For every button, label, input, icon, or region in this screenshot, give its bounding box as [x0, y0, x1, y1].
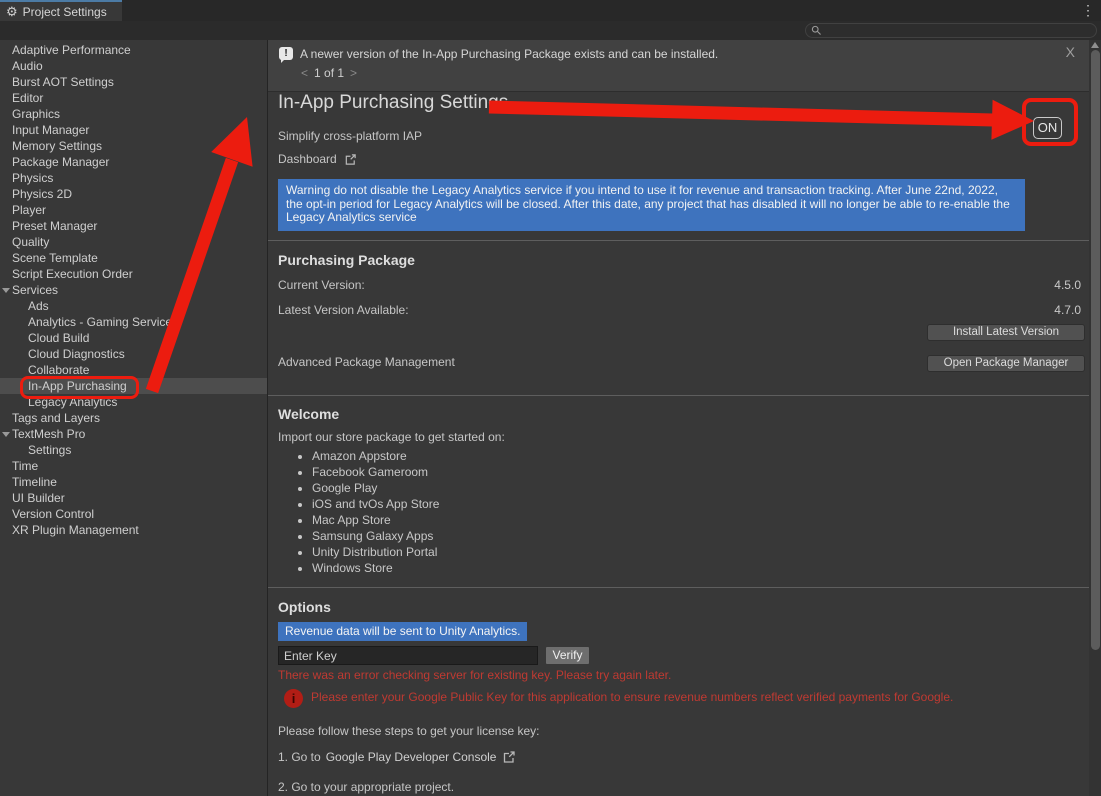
sidebar-item-input-manager[interactable]: Input Manager	[0, 122, 267, 138]
iap-on-toggle[interactable]: ON	[1033, 117, 1062, 139]
sidebar-item-burst-aot-settings[interactable]: Burst AOT Settings	[0, 74, 267, 90]
sidebar-item-analytics-gaming-services[interactable]: Analytics - Gaming Services	[0, 314, 267, 330]
notification-bar: ! A newer version of the In-App Purchasi…	[268, 40, 1090, 92]
sidebar-item-physics-2d[interactable]: Physics 2D	[0, 186, 267, 202]
tab-project-settings[interactable]: ⚙ Project Settings	[0, 0, 122, 21]
steps-intro: Please follow these steps to get your li…	[278, 724, 539, 738]
sidebar-item-textmesh-settings[interactable]: Settings	[0, 442, 267, 458]
notification-pager: < 1 of 1 >	[301, 66, 357, 80]
scroll-up-icon[interactable]	[1091, 42, 1099, 48]
info-icon: i	[284, 689, 303, 708]
external-link-icon	[344, 153, 357, 166]
options-heading: Options	[278, 599, 331, 615]
google-key-notice: Please enter your Google Public Key for …	[311, 690, 1071, 704]
scrollbar-thumb[interactable]	[1091, 50, 1100, 650]
project-settings-window: ⚙ Project Settings ⋮ Adaptive Performanc…	[0, 0, 1101, 796]
sidebar-item-graphics[interactable]: Graphics	[0, 106, 267, 122]
step-1-prefix: 1. Go to	[278, 750, 321, 764]
sidebar-item-ads[interactable]: Ads	[0, 298, 267, 314]
gear-icon: ⚙	[6, 5, 18, 18]
latest-version-value: 4.7.0	[1054, 303, 1081, 317]
latest-version-label: Latest Version Available:	[278, 303, 409, 317]
purchasing-package-heading: Purchasing Package	[278, 252, 415, 268]
sidebar-item-script-execution-order[interactable]: Script Execution Order	[0, 266, 267, 282]
current-version-label: Current Version:	[278, 278, 365, 292]
sidebar-item-time[interactable]: Time	[0, 458, 267, 474]
current-version-value: 4.5.0	[1054, 278, 1081, 292]
section-divider	[268, 240, 1090, 241]
list-item: Windows Store	[312, 560, 439, 576]
analytics-note-chip: Revenue data will be sent to Unity Analy…	[278, 622, 527, 641]
sidebar-item-textmesh-pro[interactable]: TextMesh Pro	[0, 426, 267, 442]
dashboard-link[interactable]: Dashboard	[278, 152, 357, 166]
notification-bubble-icon: !	[279, 47, 293, 60]
sidebar-item-quality[interactable]: Quality	[0, 234, 267, 250]
sidebar-item-audio[interactable]: Audio	[0, 58, 267, 74]
section-divider	[268, 587, 1090, 588]
search-box[interactable]	[805, 23, 1097, 38]
list-item: Mac App Store	[312, 512, 439, 528]
google-play-console-link[interactable]: Google Play Developer Console	[326, 750, 517, 764]
list-item: Unity Distribution Portal	[312, 544, 439, 560]
current-version-row: Current Version: 4.5.0	[278, 278, 1081, 292]
sidebar-item-xr-plugin-management[interactable]: XR Plugin Management	[0, 522, 267, 538]
list-item: Samsung Galaxy Apps	[312, 528, 439, 544]
tab-bar: ⚙ Project Settings ⋮	[0, 0, 1101, 21]
main-panel: ! A newer version of the In-App Purchasi…	[267, 40, 1089, 796]
sidebar-item-ui-builder[interactable]: UI Builder	[0, 490, 267, 506]
search-icon	[811, 25, 822, 36]
page-title: In-App Purchasing Settings	[278, 92, 508, 114]
sidebar-item-in-app-purchasing[interactable]: In-App Purchasing	[0, 378, 267, 394]
sidebar-item-cloud-build[interactable]: Cloud Build	[0, 330, 267, 346]
toolbar	[0, 21, 1101, 40]
sidebar-item-memory-settings[interactable]: Memory Settings	[0, 138, 267, 154]
list-item: Facebook Gameroom	[312, 464, 439, 480]
sidebar-item-adaptive-performance[interactable]: Adaptive Performance	[0, 42, 267, 58]
section-divider	[268, 395, 1090, 396]
search-input[interactable]	[826, 25, 1076, 37]
sidebar-item-tags-and-layers[interactable]: Tags and Layers	[0, 410, 267, 426]
welcome-heading: Welcome	[278, 406, 339, 422]
sidebar-item-physics[interactable]: Physics	[0, 170, 267, 186]
sidebar-item-package-manager[interactable]: Package Manager	[0, 154, 267, 170]
sidebar-item-version-control[interactable]: Version Control	[0, 506, 267, 522]
legacy-analytics-warning: Warning do not disable the Legacy Analyt…	[278, 179, 1025, 231]
notification-message: A newer version of the In-App Purchasing…	[300, 47, 718, 61]
close-icon[interactable]: X	[1066, 44, 1075, 60]
foldout-expanded-icon[interactable]	[2, 432, 10, 437]
pager-label: 1 of 1	[314, 66, 344, 80]
foldout-expanded-icon[interactable]	[2, 288, 10, 293]
sidebar-item-services[interactable]: Services	[0, 282, 267, 298]
server-error-text: There was an error checking server for e…	[278, 668, 671, 682]
sidebar-item-cloud-diagnostics[interactable]: Cloud Diagnostics	[0, 346, 267, 362]
vertical-scrollbar[interactable]	[1089, 40, 1101, 796]
tagline: Simplify cross-platform IAP	[278, 129, 422, 143]
install-latest-version-button[interactable]: Install Latest Version	[927, 324, 1085, 341]
sidebar-item-scene-template[interactable]: Scene Template	[0, 250, 267, 266]
key-input[interactable]	[278, 646, 538, 665]
list-item: iOS and tvOs App Store	[312, 496, 439, 512]
open-package-manager-button[interactable]: Open Package Manager	[927, 355, 1085, 372]
latest-version-row: Latest Version Available: 4.7.0	[278, 303, 1081, 317]
sidebar-item-editor[interactable]: Editor	[0, 90, 267, 106]
sidebar-item-timeline[interactable]: Timeline	[0, 474, 267, 490]
kebab-menu-icon[interactable]: ⋮	[1081, 2, 1095, 19]
verify-button[interactable]: Verify	[545, 646, 590, 665]
store-list: Amazon Appstore Facebook Gameroom Google…	[312, 448, 439, 576]
settings-sidebar: Adaptive Performance Audio Burst AOT Set…	[0, 40, 267, 796]
pager-prev-button[interactable]: <	[301, 66, 308, 80]
list-item: Amazon Appstore	[312, 448, 439, 464]
tab-title: Project Settings	[23, 5, 107, 19]
pager-next-button[interactable]: >	[350, 66, 357, 80]
sidebar-item-player[interactable]: Player	[0, 202, 267, 218]
list-item: Google Play	[312, 480, 439, 496]
sidebar-item-collaborate[interactable]: Collaborate	[0, 362, 267, 378]
sidebar-item-preset-manager[interactable]: Preset Manager	[0, 218, 267, 234]
step-1: 1. Go to Google Play Developer Console	[278, 750, 516, 764]
welcome-intro: Import our store package to get started …	[278, 430, 505, 444]
sidebar-item-legacy-analytics[interactable]: Legacy Analytics	[0, 394, 267, 410]
step-2: 2. Go to your appropriate project.	[278, 780, 454, 794]
external-link-icon	[502, 750, 516, 764]
